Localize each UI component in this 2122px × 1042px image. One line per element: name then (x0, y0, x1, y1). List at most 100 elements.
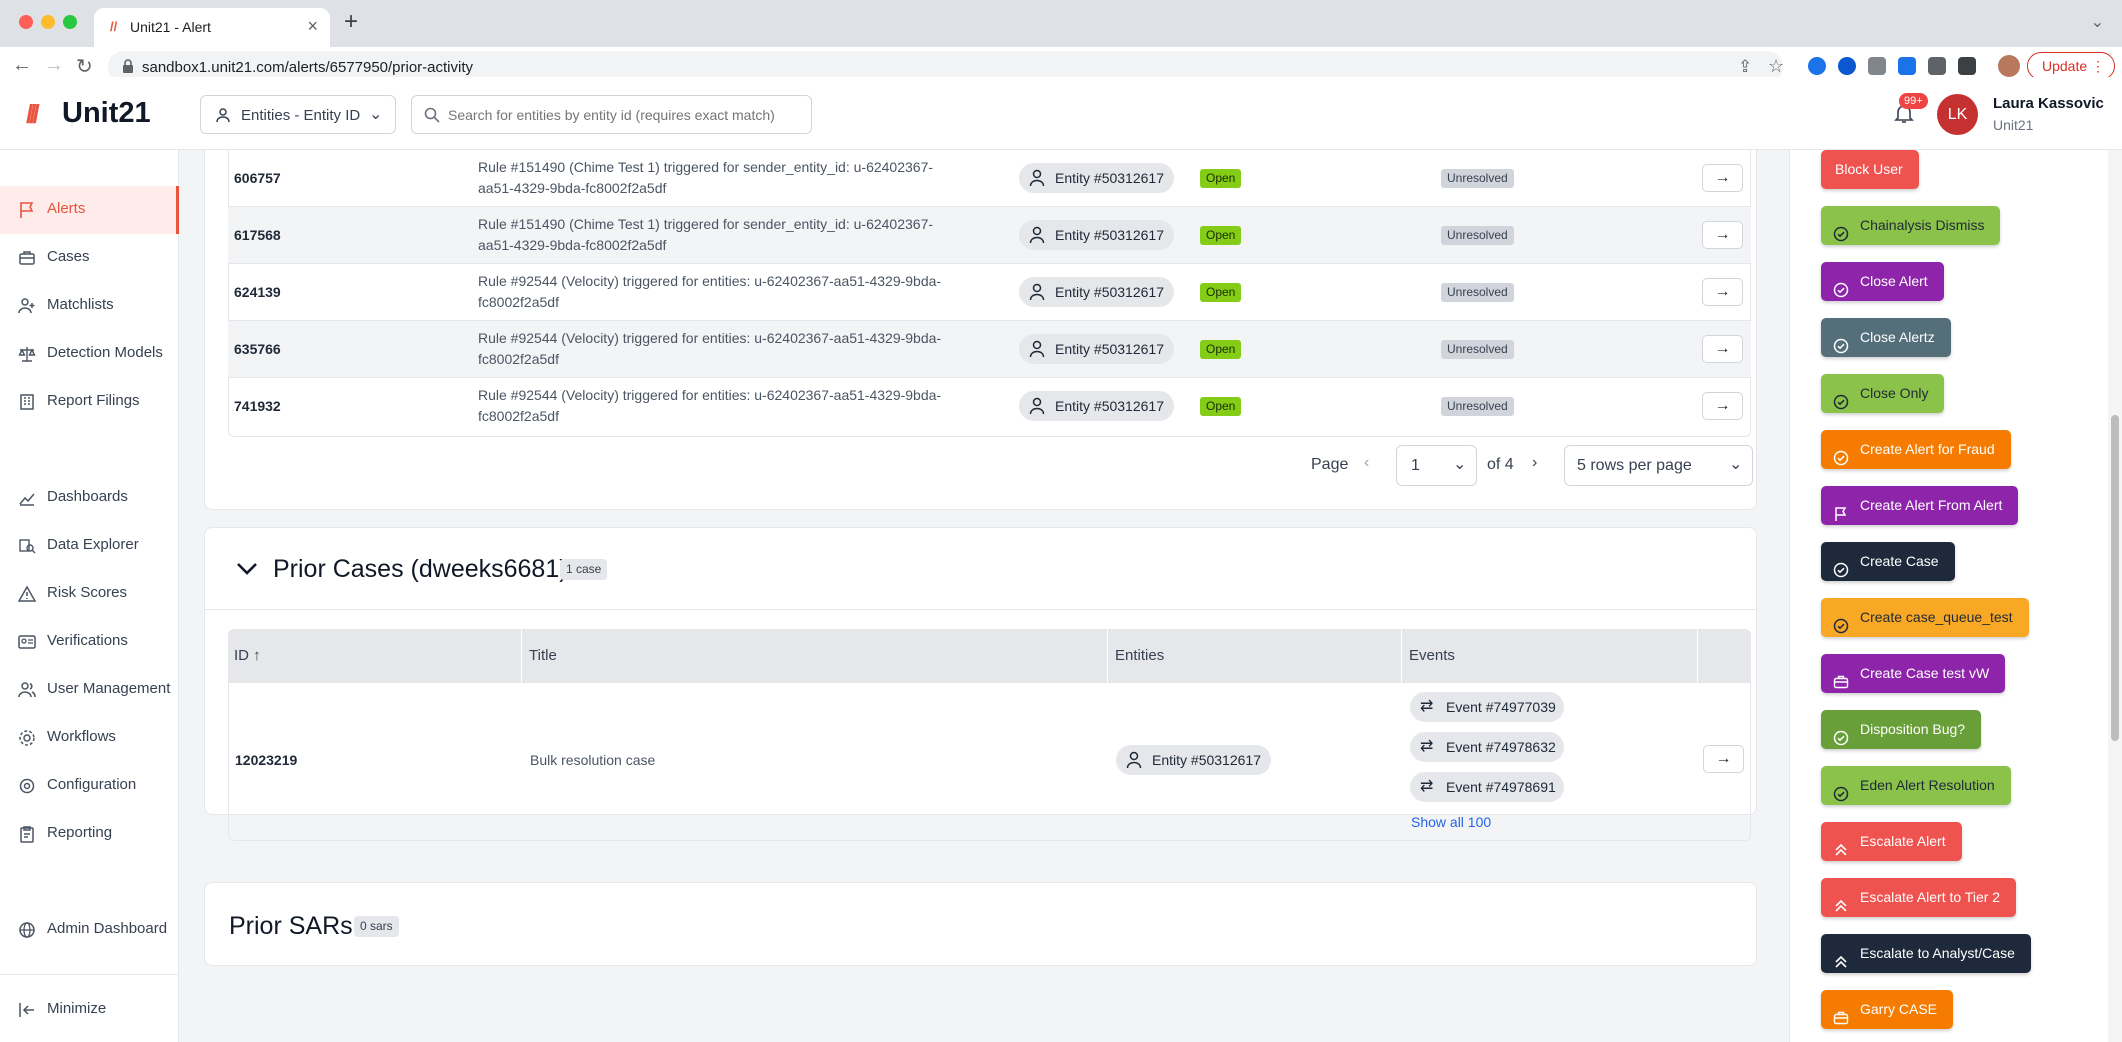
alert-id[interactable]: 617568 (234, 227, 281, 243)
table-row[interactable]: 635766 Rule #92544 (Velocity) triggered … (228, 321, 1751, 378)
action-button[interactable]: Create Alert From Alert (1821, 486, 2018, 525)
id-card-icon (18, 635, 36, 649)
open-alert-arrow-icon[interactable]: → (1702, 392, 1743, 420)
extension-3-icon[interactable] (1868, 57, 1886, 75)
show-all-events-link[interactable]: Show all 100 (1411, 814, 1491, 830)
alert-id[interactable]: 741932 (234, 398, 281, 414)
sidebar-item-detection-models[interactable]: Detection Models (0, 330, 179, 378)
action-button[interactable]: Create Case test vW (1821, 654, 2005, 693)
entity-pill[interactable]: Entity #50312617 (1116, 745, 1271, 775)
action-button[interactable]: Create Alert for Fraud (1821, 430, 2011, 469)
pager-next-icon[interactable]: › (1532, 454, 1537, 472)
event-pill[interactable]: ⇄ Event #74978691 (1410, 772, 1564, 802)
extension-1-icon[interactable] (1808, 57, 1826, 75)
sidebar-item-reporting[interactable]: Reporting (0, 810, 179, 858)
pager-prev-icon[interactable]: ‹ (1364, 454, 1369, 472)
window-close-button[interactable] (19, 15, 33, 29)
entity-pill[interactable]: Entity #50312617 (1019, 391, 1174, 421)
sidebar-item-verifications[interactable]: Verifications (0, 618, 179, 666)
open-alert-arrow-icon[interactable]: → (1702, 221, 1743, 249)
action-button[interactable]: Escalate Alert to Tier 2 (1821, 878, 2016, 917)
entity-type-select[interactable]: Entities - Entity ID ⌄ (200, 95, 396, 134)
tab-close-icon[interactable]: × (307, 16, 318, 37)
entity-search-input[interactable] (448, 104, 803, 126)
action-button[interactable]: Close Alertz (1821, 318, 1951, 357)
event-pill[interactable]: ⇄ Event #74978632 (1410, 732, 1564, 762)
browser-tab[interactable]: // Unit21 - Alert × (94, 8, 330, 47)
extension-2-icon[interactable] (1838, 57, 1856, 75)
column-header-title[interactable]: Title (529, 647, 557, 664)
browser-update-button[interactable]: Update ⋮ (2027, 52, 2115, 80)
sidebar-item-data-explorer[interactable]: Data Explorer (0, 522, 179, 570)
open-alert-arrow-icon[interactable]: → (1702, 335, 1743, 363)
table-row[interactable]: 741932 Rule #92544 (Velocity) triggered … (228, 378, 1751, 435)
collapse-chevron-icon[interactable] (236, 562, 258, 576)
action-button[interactable]: Chainalysis Dismiss (1821, 206, 2000, 245)
sidebar-item-cases[interactable]: Cases (0, 234, 179, 282)
table-row[interactable]: 617568 Rule #151490 (Chime Test 1) trigg… (228, 207, 1751, 264)
sidebar-item-report-filings[interactable]: Report Filings (0, 378, 179, 426)
action-button[interactable]: Eden Alert Resolution (1821, 766, 2011, 805)
disposition-badge: Unresolved (1441, 226, 1514, 245)
tab-search-chevron-icon[interactable]: ⌄ (2091, 12, 2104, 32)
alert-id[interactable]: 624139 (234, 284, 281, 300)
action-button[interactable]: Garry CASE (1821, 990, 1953, 1029)
sidebar-item-alerts[interactable]: Alerts (0, 186, 179, 234)
bookmark-star-icon[interactable]: ☆ (1768, 56, 1784, 77)
entity-pill[interactable]: Entity #50312617 (1019, 163, 1174, 193)
back-icon[interactable]: ← (12, 54, 32, 77)
alert-title: Rule #92544 (Velocity) triggered for ent… (478, 387, 942, 424)
table-row[interactable]: 624139 Rule #92544 (Velocity) triggered … (228, 264, 1751, 321)
case-id[interactable]: 12023219 (235, 752, 297, 768)
sidebar-item-risk-scores[interactable]: Risk Scores (0, 570, 179, 618)
double-chevron-up-icon (1833, 890, 1849, 912)
user-avatar[interactable]: LK (1937, 94, 1978, 135)
open-alert-arrow-icon[interactable]: → (1702, 164, 1743, 192)
action-button[interactable]: Disposition Bug? (1821, 710, 1981, 749)
entity-label: Entity #50312617 (1055, 227, 1164, 243)
page-scrollbar-thumb[interactable] (2111, 415, 2119, 741)
sidebar-item-user-management[interactable]: User Management (0, 666, 179, 714)
rows-per-page-select[interactable]: 5 rows per page ⌄ (1564, 445, 1753, 486)
table-row[interactable]: 12023219 Bulk resolution case Entity #50… (228, 683, 1751, 841)
alert-id[interactable]: 635766 (234, 341, 281, 357)
sidebar-item-configuration[interactable]: Configuration (0, 762, 179, 810)
action-button[interactable]: Close Only (1821, 374, 1944, 413)
action-button[interactable]: Escalate Alert (1821, 822, 1962, 861)
column-header-events[interactable]: Events (1409, 647, 1455, 664)
open-case-arrow-icon[interactable]: → (1703, 745, 1744, 773)
share-icon[interactable]: ⇪ (1738, 57, 1752, 77)
pager-page-select[interactable]: 1 ⌄ (1396, 445, 1477, 486)
extension-download-icon[interactable] (1898, 57, 1916, 75)
entity-pill[interactable]: Entity #50312617 (1019, 334, 1174, 364)
event-pill[interactable]: ⇄ Event #74977039 (1410, 692, 1564, 722)
entity-search-field[interactable] (411, 95, 812, 134)
sidebar-item-admin-dashboard[interactable]: Admin Dashboard (0, 906, 179, 954)
side-panel-icon[interactable] (1958, 57, 1976, 75)
browser-profile-avatar[interactable] (1998, 55, 2020, 77)
action-button[interactable]: Create Case (1821, 542, 1955, 581)
new-tab-icon[interactable]: + (344, 10, 358, 34)
forward-icon[interactable]: → (44, 54, 64, 77)
reload-icon[interactable]: ↻ (76, 54, 93, 79)
column-header-id[interactable]: ID ↑ (234, 647, 261, 664)
table-row[interactable]: 606757 Rule #151490 (Chime Test 1) trigg… (228, 150, 1751, 207)
transfer-arrows-icon: ⇄ (1420, 778, 1434, 795)
sidebar-item-dashboards[interactable]: Dashboards (0, 474, 179, 522)
open-alert-arrow-icon[interactable]: → (1702, 278, 1743, 306)
entity-pill[interactable]: Entity #50312617 (1019, 220, 1174, 250)
chevron-down-icon: ⌄ (1729, 456, 1743, 473)
action-button[interactable]: Block User (1821, 150, 1919, 189)
action-button[interactable]: Escalate to Analyst/Case (1821, 934, 2031, 973)
window-zoom-button[interactable] (63, 15, 77, 29)
action-button[interactable]: Create case_queue_test (1821, 598, 2029, 637)
action-button[interactable]: Close Alert (1821, 262, 1944, 301)
extensions-puzzle-icon[interactable] (1928, 57, 1946, 75)
column-header-entities[interactable]: Entities (1115, 647, 1164, 664)
sidebar-minimize-button[interactable]: Minimize (0, 986, 179, 1034)
sidebar-item-matchlists[interactable]: Matchlists (0, 282, 179, 330)
entity-pill[interactable]: Entity #50312617 (1019, 277, 1174, 307)
alert-id[interactable]: 606757 (234, 170, 281, 186)
sidebar-item-workflows[interactable]: Workflows (0, 714, 179, 762)
window-minimize-button[interactable] (41, 15, 55, 29)
